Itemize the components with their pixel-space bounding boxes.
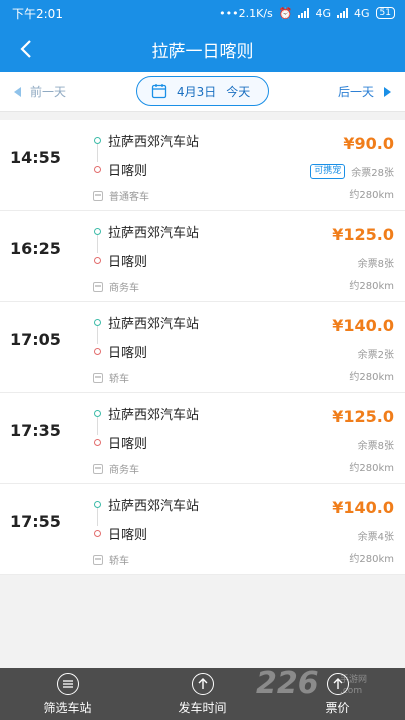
seats-remaining: 余票8张 (357, 441, 394, 452)
origin-dot-icon (94, 228, 101, 235)
seats-remaining: 可携宠 余票28张 (310, 164, 394, 179)
destination-dot-icon (94, 439, 101, 446)
next-day-label: 后一天 (337, 85, 374, 99)
trip-row[interactable]: 17:05 拉萨西郊汽车站 日喀则 轿车 ¥140.0 余票2张 约280km (0, 302, 405, 393)
sort-depart-time-label: 发车时间 (178, 700, 227, 715)
trip-row[interactable]: 14:55 拉萨西郊汽车站 日喀则 普通客车 ¥90.0 可携宠 余票28张 约2… (0, 120, 405, 211)
vehicle-type: 轿车 (93, 552, 129, 567)
sort-price-label: 票价 (325, 700, 350, 715)
trip-distance: 约280km (349, 190, 394, 201)
trip-time: 14:55 (10, 148, 61, 167)
from-station: 拉萨西郊汽车站 (94, 313, 199, 332)
trip-price: ¥125.0 (332, 225, 394, 244)
trip-distance: 约280km (349, 463, 394, 474)
trip-distance: 约280km (349, 554, 394, 565)
sort-depart-time-button[interactable]: 发车时间 (148, 672, 258, 716)
signal-icon (298, 8, 310, 18)
vehicle-type: 轿车 (93, 370, 129, 385)
vehicle-type: 商务车 (93, 461, 139, 476)
bus-icon (93, 281, 103, 292)
date-bar: 前一天 4月3日 今天 后一天 (0, 72, 405, 112)
seats-remaining: 余票2张 (357, 350, 394, 361)
to-station: 日喀则 (94, 342, 147, 361)
alarm-icon: ⏰ (278, 6, 293, 20)
signal-label-1: 4G (315, 6, 332, 20)
trip-price: ¥125.0 (332, 407, 394, 426)
trip-time: 17:55 (10, 512, 61, 531)
calendar-icon (151, 84, 167, 99)
watermark-site: 手游网 .com (340, 675, 368, 696)
trip-distance: 约280km (349, 372, 394, 383)
prev-day-label: 前一天 (30, 85, 67, 99)
origin-dot-icon (94, 501, 101, 508)
seats-remaining: 余票8张 (357, 259, 394, 270)
prev-day-button[interactable]: 前一天 (14, 83, 66, 100)
origin-dot-icon (94, 319, 101, 326)
origin-dot-icon (94, 410, 101, 417)
selected-date: 4月3日 (177, 84, 217, 99)
trip-time: 17:05 (10, 330, 61, 349)
status-time: 下午2:01 (12, 6, 63, 21)
selected-weekday: 今天 (226, 84, 251, 99)
trip-price: ¥90.0 (343, 134, 394, 153)
status-icons: •••2.1K/s ⏰ 4G 4G 51 (219, 7, 395, 20)
signal-label-2: 4G (354, 6, 370, 20)
from-station: 拉萨西郊汽车站 (94, 222, 199, 241)
destination-dot-icon (94, 348, 101, 355)
date-picker[interactable]: 4月3日 今天 (136, 76, 269, 106)
origin-dot-icon (94, 137, 101, 144)
arrow-up-icon (191, 672, 214, 695)
trip-price: ¥140.0 (332, 316, 394, 335)
trip-price: ¥140.0 (332, 498, 394, 517)
from-station: 拉萨西郊汽车站 (94, 404, 199, 423)
trip-time: 17:35 (10, 421, 61, 440)
trip-distance: 约280km (349, 281, 394, 292)
back-button[interactable] (14, 36, 38, 62)
chevron-left-icon (20, 40, 31, 58)
bus-icon (93, 372, 103, 383)
filter-icon (56, 672, 79, 695)
next-day-button[interactable]: 后一天 (338, 83, 391, 100)
to-station: 日喀则 (94, 433, 147, 452)
trip-row[interactable]: 17:55 拉萨西郊汽车站 日喀则 轿车 ¥140.0 余票4张 约280km (0, 484, 405, 575)
filter-station-label: 筛选车站 (43, 700, 92, 715)
status-bar: 下午2:01 •••2.1K/s ⏰ 4G 4G 51 (0, 0, 405, 26)
trip-row[interactable]: 17:35 拉萨西郊汽车站 日喀则 商务车 ¥125.0 余票8张 约280km (0, 393, 405, 484)
from-station: 拉萨西郊汽车站 (94, 131, 199, 150)
signal-icon-2 (337, 8, 349, 18)
watermark-logo: 226 (256, 666, 319, 701)
bus-icon (93, 190, 103, 201)
to-station: 日喀则 (94, 524, 147, 543)
destination-dot-icon (94, 530, 101, 537)
destination-dot-icon (94, 257, 101, 264)
triangle-right-icon (384, 86, 391, 97)
seats-remaining: 余票4张 (357, 532, 394, 543)
trip-list: 14:55 拉萨西郊汽车站 日喀则 普通客车 ¥90.0 可携宠 余票28张 约2… (0, 120, 405, 575)
from-station: 拉萨西郊汽车站 (94, 495, 199, 514)
triangle-left-icon (14, 86, 21, 97)
bus-icon (93, 463, 103, 474)
pet-badge: 可携宠 (310, 164, 346, 179)
app-bar: 拉萨一日喀则 (0, 26, 405, 72)
bus-icon (93, 554, 103, 565)
to-station: 日喀则 (94, 160, 147, 179)
network-speed: •••2.1K/s (219, 6, 273, 20)
vehicle-type: 普通客车 (93, 188, 149, 203)
page-title: 拉萨一日喀则 (151, 41, 254, 62)
destination-dot-icon (94, 166, 101, 173)
trip-time: 16:25 (10, 239, 61, 258)
trip-row[interactable]: 16:25 拉萨西郊汽车站 日喀则 商务车 ¥125.0 余票8张 约280km (0, 211, 405, 302)
to-station: 日喀则 (94, 251, 147, 270)
vehicle-type: 商务车 (93, 279, 139, 294)
filter-station-button[interactable]: 筛选车站 (13, 672, 123, 716)
battery-icon: 51 (375, 7, 395, 19)
